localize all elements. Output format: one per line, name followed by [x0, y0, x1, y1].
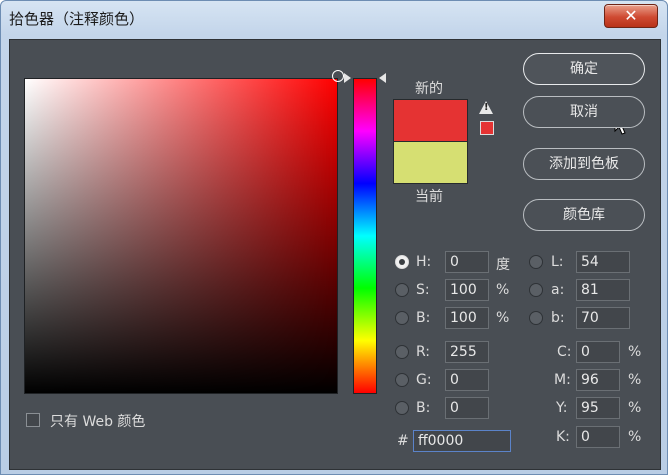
hue-slider-right-arrow-icon[interactable] — [379, 73, 386, 83]
brightness-label: B: — [416, 310, 431, 326]
k-input[interactable]: 0 — [576, 426, 620, 448]
g-input[interactable]: 0 — [445, 369, 489, 391]
radio-a[interactable] — [529, 283, 543, 297]
title-bar[interactable]: 拾色器（注释颜色） ✕ — [1, 1, 667, 35]
color-libraries-button[interactable]: 颜色库 — [523, 199, 645, 231]
m-unit: % — [628, 372, 642, 388]
ok-button[interactable]: 确定 — [523, 53, 645, 85]
color-field-marker[interactable] — [332, 70, 344, 82]
m-label: M: — [554, 372, 571, 388]
lab-b-label: b: — [551, 310, 565, 326]
r-input[interactable]: 255 — [445, 341, 489, 363]
hex-input[interactable]: ff0000 — [413, 430, 511, 452]
cancel-button[interactable]: 取消 — [523, 96, 645, 128]
y-unit: % — [628, 400, 642, 416]
l-label: L: — [551, 254, 564, 270]
color-field[interactable] — [24, 78, 338, 394]
y-label: Y: — [556, 400, 568, 416]
l-input[interactable]: 54 — [576, 251, 630, 273]
radio-h[interactable] — [395, 255, 409, 269]
hue-slider[interactable] — [353, 78, 377, 394]
out-of-gamut-warning-icon[interactable] — [479, 101, 493, 114]
add-to-swatches-button[interactable]: 添加到色板 — [523, 148, 645, 180]
blue-input[interactable]: 0 — [445, 397, 489, 419]
g-label: G: — [416, 372, 432, 388]
gamut-correction-swatch[interactable] — [480, 121, 494, 135]
s-input[interactable]: 100 — [445, 279, 489, 301]
r-label: R: — [416, 344, 431, 360]
new-color-swatch — [393, 99, 468, 142]
brightness-input[interactable]: 100 — [445, 307, 489, 329]
a-input[interactable]: 81 — [576, 279, 630, 301]
brightness-unit: % — [496, 310, 510, 326]
s-label: S: — [416, 282, 430, 298]
radio-s[interactable] — [395, 283, 409, 297]
radio-brightness[interactable] — [395, 311, 409, 325]
y-input[interactable]: 95 — [576, 397, 620, 419]
web-colors-only-checkbox[interactable] — [26, 413, 40, 427]
current-color-swatch[interactable] — [393, 142, 468, 184]
h-unit: 度 — [496, 257, 510, 273]
a-label: a: — [551, 282, 565, 298]
lab-b-input[interactable]: 70 — [576, 307, 630, 329]
s-unit: % — [496, 282, 510, 298]
hue-slider-left-arrow-icon[interactable] — [344, 73, 351, 83]
color-picker-dialog: 拾色器（注释颜色） ✕ 新的 当前 确定 取消 添加到色板 颜色库 H: 0 度… — [0, 0, 668, 475]
blue-label: B: — [416, 400, 431, 416]
hex-label: # — [397, 433, 409, 449]
radio-blue[interactable] — [395, 401, 409, 415]
radio-lab-b[interactable] — [529, 311, 543, 325]
close-icon: ✕ — [624, 6, 638, 25]
new-color-label: 新的 — [415, 81, 443, 97]
c-unit: % — [628, 344, 642, 360]
dialog-body: 新的 当前 确定 取消 添加到色板 颜色库 H: 0 度 S: 100 % B:… — [9, 39, 661, 470]
h-input[interactable]: 0 — [445, 251, 489, 273]
c-label: C: — [557, 344, 572, 360]
h-label: H: — [416, 254, 432, 270]
k-label: K: — [556, 429, 570, 445]
window-title: 拾色器（注释颜色） — [9, 10, 145, 28]
web-colors-only-label[interactable]: 只有 Web 颜色 — [50, 411, 145, 431]
c-input[interactable]: 0 — [576, 341, 620, 363]
current-color-label: 当前 — [415, 189, 443, 205]
m-input[interactable]: 96 — [576, 369, 620, 391]
radio-g[interactable] — [395, 373, 409, 387]
radio-r[interactable] — [395, 345, 409, 359]
close-button[interactable]: ✕ — [604, 4, 658, 28]
k-unit: % — [628, 429, 642, 445]
radio-l[interactable] — [529, 255, 543, 269]
